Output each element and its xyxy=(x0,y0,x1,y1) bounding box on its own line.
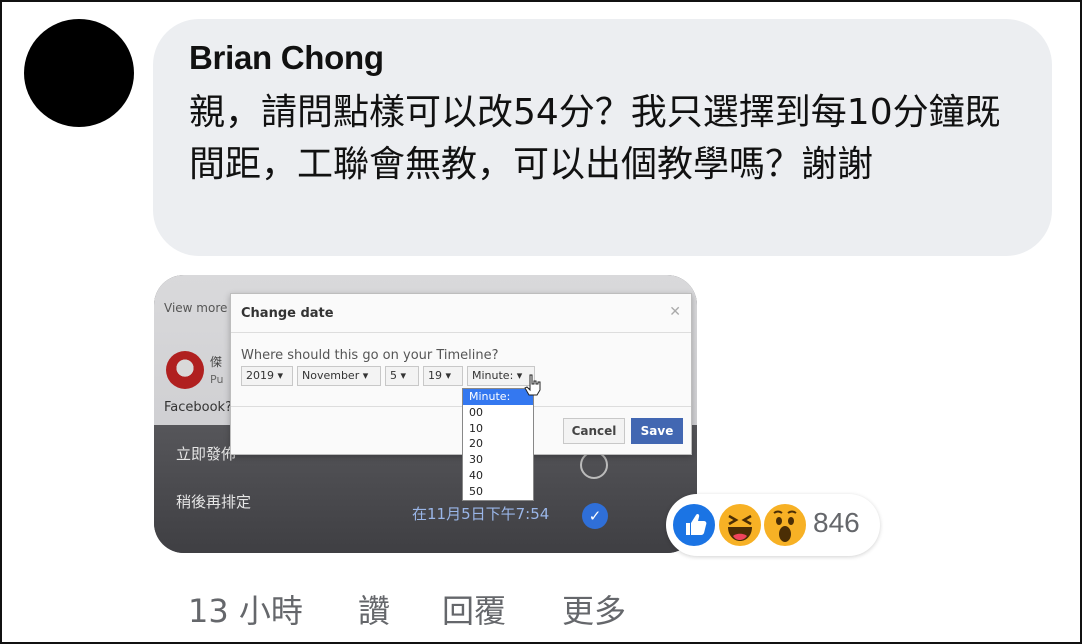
photo-post-sub: Pu xyxy=(210,373,224,386)
photo-scheduled-time: 在11月5日下午7:54 xyxy=(412,505,550,523)
minute-option: 00 xyxy=(469,405,483,419)
photo-post-name: 傑 xyxy=(210,355,223,369)
minute-option: 30 xyxy=(469,453,483,467)
dialog-month-select: November ▾ xyxy=(297,366,381,386)
avatar[interactable] xyxy=(24,19,134,127)
dialog-hour-select: 19 ▾ xyxy=(423,366,463,386)
wow-icon xyxy=(761,501,809,549)
like-button[interactable]: 讚 xyxy=(358,586,390,632)
minute-option: 40 xyxy=(469,468,483,482)
minute-option: 50 xyxy=(469,484,483,498)
dialog-question: Where should this go on your Timeline? xyxy=(241,348,499,363)
photo-post-avatar xyxy=(166,351,204,389)
photo-option-later: 稍後再排定 xyxy=(176,493,252,511)
minute-option: Minute: xyxy=(463,389,533,405)
comment-bubble: Brian Chong 親，請問點樣可以改54分？我只選擇到每10分鐘既間距，工… xyxy=(153,19,1052,256)
comment-timestamp[interactable]: 13 小時 xyxy=(188,586,303,632)
photo-check-icon: ✓ xyxy=(582,503,608,529)
hand-cursor-icon xyxy=(524,374,541,396)
like-icon xyxy=(670,501,718,549)
reply-button[interactable]: 回覆 xyxy=(442,586,506,632)
reaction-count: 846 xyxy=(813,507,860,538)
attached-photo[interactable]: View more 傑 Pu Facebook? 立即發佈 稍後再排定 在11月… xyxy=(154,275,697,553)
minute-option: 10 xyxy=(469,421,483,435)
dialog-divider xyxy=(231,332,691,333)
dialog-day-select: 5 ▾ xyxy=(385,366,419,386)
minute-dropdown-list: Minute: 00 10 20 30 40 50 xyxy=(462,388,534,501)
dialog-title: Change date xyxy=(241,306,334,321)
photo-facebook-line: Facebook? xyxy=(164,400,232,415)
photo-option-now: 立即發佈 xyxy=(176,445,237,463)
photo-view-more-text: View more xyxy=(164,301,228,315)
dialog-year-select: 2019 ▾ xyxy=(241,366,293,386)
dialog-save-button: Save xyxy=(631,418,683,444)
comment-text: 親，請問點樣可以改54分？我只選擇到每10分鐘既間距，工聯會無教，可以出個教學嗎… xyxy=(189,92,1001,185)
minute-option: 20 xyxy=(469,437,483,451)
more-button[interactable]: 更多 xyxy=(562,586,626,632)
photo-radio-empty xyxy=(580,451,608,479)
dialog-divider-bottom xyxy=(231,406,691,407)
photo-change-date-dialog: Change date ✕ Where should this go on yo… xyxy=(230,293,692,455)
screenshot-frame: Brian Chong 親，請問點樣可以改54分？我只選擇到每10分鐘既間距，工… xyxy=(0,0,1082,644)
haha-icon xyxy=(716,501,764,549)
reactions-summary[interactable]: 846 xyxy=(666,494,880,556)
dialog-cancel-button: Cancel xyxy=(563,418,625,444)
comment-author[interactable]: Brian Chong xyxy=(189,39,384,77)
dialog-close-icon: ✕ xyxy=(669,304,681,320)
